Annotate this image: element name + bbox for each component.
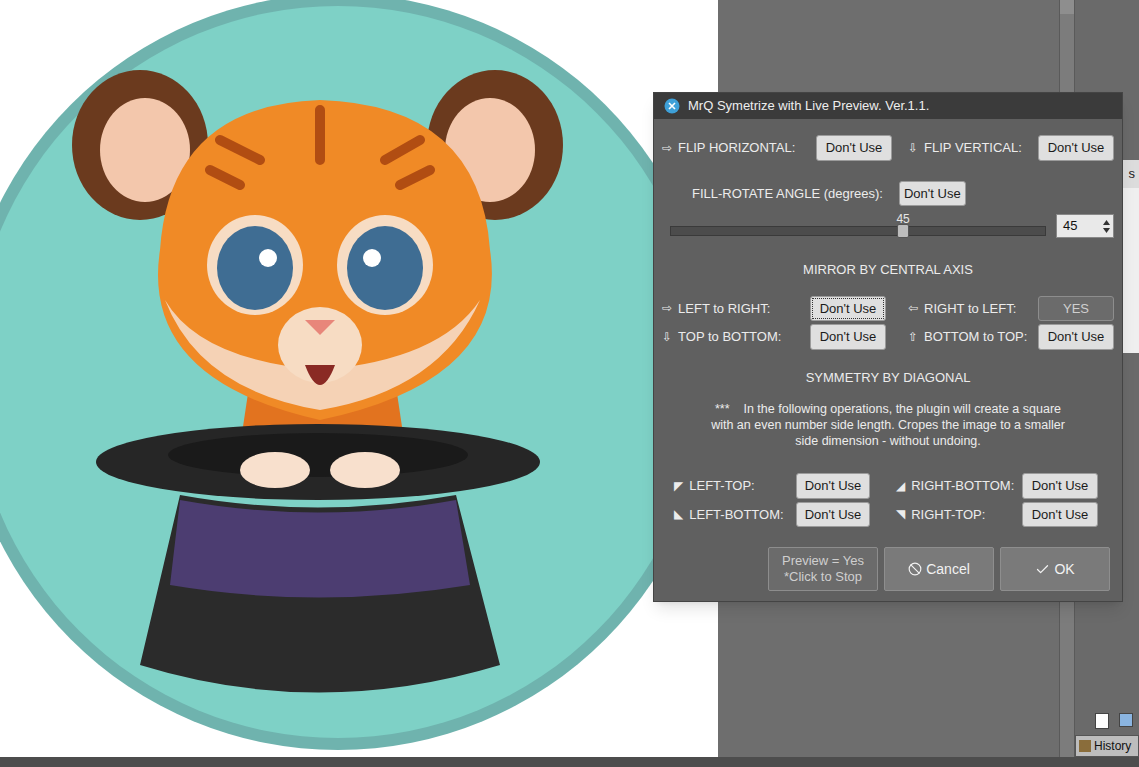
option-button[interactable]: Don't Use [1038, 135, 1114, 161]
arrow-icon: ◢ [896, 477, 905, 495]
arrow-icon: ⇧ [908, 328, 918, 346]
check-icon [1035, 562, 1050, 577]
option-label: ◤LEFT-TOP: [674, 476, 790, 496]
arrow-icon: ◣ [674, 505, 683, 523]
arrow-icon: ⇦ [908, 299, 918, 317]
option-button[interactable]: Don't Use [1022, 502, 1098, 528]
option-label: ⇩TOP to BOTTOM: [662, 327, 806, 347]
option-label: ◥RIGHT-TOP: [896, 505, 1016, 525]
option-label: ⇧BOTTOM to TOP: [908, 327, 1034, 347]
option-label: ⇦RIGHT to LEFT: [908, 299, 1034, 319]
option-label: ◢RIGHT-BOTTOM: [896, 476, 1016, 496]
option-label: ⇨LEFT to RIGHT: [662, 299, 806, 319]
option-button[interactable]: Don't Use [899, 181, 966, 207]
arrow-icon: ⇨ [662, 299, 672, 317]
image-canvas[interactable] [0, 0, 718, 757]
option-button[interactable]: Don't Use [816, 135, 892, 161]
option-button[interactable]: Don't Use [796, 473, 870, 499]
cancel-icon [908, 562, 922, 576]
option-label: ⇩FLIP VERTICAL: [908, 138, 1034, 158]
cancel-button[interactable]: Cancel [884, 547, 994, 591]
new-layer-icon[interactable] [1095, 713, 1109, 729]
app-screen: s History MrQ Symetrize with Live Preview.… [0, 0, 1139, 767]
option-button[interactable]: Don't Use [1022, 473, 1098, 499]
close-icon[interactable] [664, 98, 680, 114]
arrow-icon: ⇨ [662, 139, 672, 157]
diagonal-note: *** In the following operations, the plu… [662, 401, 1114, 449]
option-button[interactable]: Don't Use [810, 296, 886, 322]
spin-up-icon[interactable] [1103, 220, 1110, 225]
arrow-icon: ⇩ [908, 139, 918, 157]
arrow-icon: ⇩ [662, 328, 672, 346]
symmetrize-dialog: MrQ Symetrize with Live Preview. Ver.1.1… [653, 92, 1123, 602]
history-tab[interactable]: History [1075, 735, 1139, 757]
dock-partial-label: s [1129, 164, 1136, 184]
angle-slider[interactable]: 45 [670, 210, 1046, 240]
option-button[interactable]: YES [1038, 296, 1114, 322]
option-label: ⇨FLIP HORIZONTAL: [662, 138, 812, 158]
option-label: ◣LEFT-BOTTOM: [674, 505, 790, 525]
option-button[interactable]: Don't Use [1038, 324, 1114, 350]
slider-thumb[interactable] [897, 224, 909, 238]
title-bar[interactable]: MrQ Symetrize with Live Preview. Ver.1.1… [654, 93, 1122, 119]
diagonal-title: SYMMETRY BY DIAGONAL [662, 368, 1114, 388]
history-icon [1079, 740, 1091, 752]
dialog-title: MrQ Symetrize with Live Preview. Ver.1.1… [688, 96, 929, 116]
preview-button[interactable]: Preview = Yes*Click to Stop [768, 547, 878, 591]
arrow-icon: ◤ [674, 477, 683, 495]
mirror-title: MIRROR BY CENTRAL AXIS [662, 260, 1114, 280]
bottom-strip [0, 757, 1139, 767]
option-button[interactable]: Don't Use [796, 502, 870, 528]
arrow-icon: ◥ [896, 505, 905, 523]
new-group-icon[interactable] [1119, 713, 1133, 727]
tiger-artwork [0, 0, 718, 757]
angle-spinbox[interactable]: 45 [1056, 214, 1114, 238]
ok-button[interactable]: OK [1000, 547, 1110, 591]
spin-down-icon[interactable] [1103, 228, 1110, 233]
fill-rotate-label: FILL-ROTATE ANGLE (degrees): [692, 184, 883, 204]
option-button[interactable]: Don't Use [810, 324, 886, 350]
